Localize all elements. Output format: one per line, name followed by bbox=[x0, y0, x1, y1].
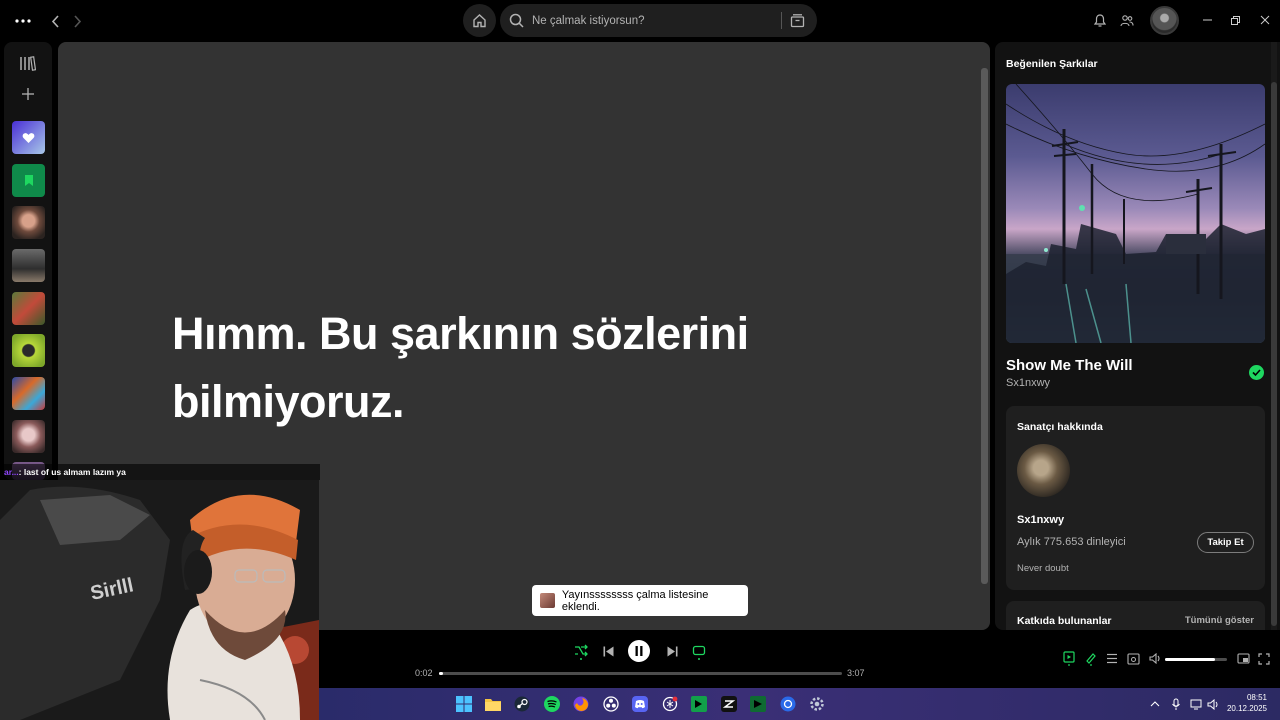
forward-icon[interactable] bbox=[69, 12, 85, 30]
lyrics-unavailable-message: Hımm. Bu şarkının sözlerini bilmiyoruz. bbox=[172, 308, 749, 427]
chatgpt-icon[interactable] bbox=[662, 696, 678, 712]
create-icon[interactable] bbox=[21, 87, 35, 101]
now-playing-panel: Beğenilen Şarkılar Show Me The Will Sx1n… bbox=[995, 42, 1280, 630]
library-sidebar bbox=[4, 42, 52, 480]
home-icon bbox=[473, 14, 486, 28]
time-elapsed: 0:02 bbox=[415, 668, 433, 678]
library-icon[interactable] bbox=[19, 56, 36, 71]
toast-notification: Yayınssssssss çalma listesine eklendi. bbox=[532, 585, 748, 616]
monthly-listeners: Aylık 775.653 dinleyici bbox=[1017, 536, 1126, 548]
album-cover bbox=[1006, 84, 1265, 343]
song-title[interactable]: Show Me The Will bbox=[1006, 357, 1133, 374]
chat-username: ar... bbox=[4, 467, 19, 477]
player-bar: 0:02 3:07 bbox=[319, 630, 1280, 688]
obs-icon[interactable] bbox=[603, 696, 619, 712]
artist-name[interactable]: Sx1nxwy bbox=[1017, 514, 1064, 526]
steam-icon[interactable] bbox=[514, 696, 530, 712]
discord-icon[interactable] bbox=[632, 696, 648, 712]
show-all-credits-link[interactable]: Tümünü göster bbox=[1185, 615, 1254, 626]
next-icon[interactable] bbox=[665, 644, 679, 658]
about-artist-heading: Sanatçı hakkında bbox=[1017, 421, 1103, 433]
avatar[interactable] bbox=[1150, 6, 1179, 35]
toast-text: Yayınssssssss çalma listesine eklendi. bbox=[561, 588, 709, 613]
terminal-app-icon[interactable] bbox=[691, 696, 707, 712]
stream-chat-message: ar...: last of us almam lazım ya bbox=[0, 464, 320, 480]
sidebar-item-saved-episodes[interactable] bbox=[12, 164, 45, 197]
progress-bar[interactable] bbox=[439, 672, 842, 675]
start-icon[interactable] bbox=[456, 696, 472, 712]
now-playing-context-title[interactable]: Beğenilen Şarkılar bbox=[1006, 58, 1098, 70]
lyrics-scrollbar[interactable] bbox=[981, 68, 988, 584]
now-playing-view-icon[interactable] bbox=[1062, 650, 1076, 666]
follow-button[interactable]: Takip Et bbox=[1197, 532, 1254, 553]
home-button[interactable] bbox=[463, 4, 496, 37]
tray-chevron-icon[interactable] bbox=[1147, 696, 1163, 712]
sidebar-item-playlist[interactable] bbox=[12, 377, 45, 410]
artist-bio: Never doubt bbox=[1017, 563, 1069, 574]
back-icon[interactable] bbox=[47, 12, 63, 30]
sidebar-item-liked-songs[interactable] bbox=[12, 121, 45, 154]
heart-icon bbox=[22, 132, 35, 143]
sidebar-item-playlist[interactable] bbox=[12, 249, 45, 282]
top-bar bbox=[0, 0, 1280, 42]
shuffle-icon[interactable] bbox=[574, 644, 588, 660]
file-explorer-icon[interactable] bbox=[485, 696, 501, 712]
pause-icon bbox=[635, 646, 643, 656]
game-launcher-icon[interactable] bbox=[750, 696, 766, 712]
song-artist[interactable]: Sx1nxwy bbox=[1006, 377, 1050, 389]
about-artist-card: Sanatçı hakkında Sx1nxwy Aylık 775.653 d… bbox=[1006, 406, 1265, 590]
scrollbar-thumb[interactable] bbox=[1271, 82, 1277, 626]
maximize-icon[interactable] bbox=[1228, 13, 1242, 27]
sidebar-item-playlist[interactable] bbox=[12, 292, 45, 325]
minimize-icon[interactable] bbox=[1200, 13, 1214, 27]
credits-heading: Katkıda bulunanlar bbox=[1017, 615, 1112, 627]
clock-date[interactable]: 20.12.2025 bbox=[1222, 704, 1267, 713]
right-panel-scrollbar[interactable] bbox=[1271, 42, 1277, 630]
lyrics-icon[interactable] bbox=[1084, 650, 1098, 666]
browser-icon[interactable] bbox=[780, 696, 796, 712]
volume-icon[interactable] bbox=[1148, 652, 1162, 665]
windows-taskbar: 08:51 20.12.2025 bbox=[319, 688, 1280, 720]
search-input[interactable] bbox=[532, 4, 772, 37]
microphone-icon[interactable] bbox=[1168, 696, 1184, 712]
launcher-icon[interactable] bbox=[721, 696, 737, 712]
sidebar-item-playlist[interactable] bbox=[12, 334, 45, 367]
repeat-icon[interactable] bbox=[691, 643, 707, 661]
firefox-icon[interactable] bbox=[573, 696, 589, 712]
connect-device-icon[interactable] bbox=[1126, 652, 1140, 665]
sidebar-item-playlist[interactable] bbox=[12, 420, 45, 453]
settings-icon[interactable] bbox=[809, 696, 825, 712]
volume-slider[interactable] bbox=[1165, 658, 1227, 661]
display-icon[interactable] bbox=[1188, 696, 1204, 712]
bell-icon[interactable] bbox=[1092, 13, 1107, 28]
friends-icon[interactable] bbox=[1119, 13, 1134, 28]
volume-fill bbox=[1165, 658, 1215, 661]
progress-fill bbox=[439, 672, 444, 675]
previous-icon[interactable] bbox=[601, 644, 615, 658]
close-icon[interactable] bbox=[1258, 13, 1272, 27]
sidebar-item-playlist[interactable] bbox=[12, 206, 45, 239]
spotify-icon[interactable] bbox=[544, 696, 560, 712]
pause-button[interactable] bbox=[628, 640, 650, 662]
playlist-thumbnail bbox=[540, 593, 555, 608]
queue-icon[interactable] bbox=[1105, 652, 1118, 665]
speaker-icon[interactable] bbox=[1205, 696, 1221, 712]
credits-card: Katkıda bulunanlar Tümünü göster bbox=[1006, 601, 1265, 630]
time-total: 3:07 bbox=[847, 668, 865, 678]
search-icon bbox=[509, 13, 524, 28]
saved-check-icon[interactable] bbox=[1249, 365, 1264, 380]
miniplayer-icon[interactable] bbox=[1236, 652, 1250, 665]
clock-time[interactable]: 08:51 bbox=[1237, 693, 1267, 702]
more-icon[interactable] bbox=[14, 12, 32, 30]
bookmark-icon bbox=[24, 175, 33, 186]
browse-icon[interactable] bbox=[790, 13, 805, 28]
search-divider bbox=[781, 12, 782, 29]
webcam-overlay: Sirlll bbox=[0, 480, 319, 720]
artist-photo[interactable] bbox=[1017, 444, 1070, 497]
chat-text: : last of us almam lazım ya bbox=[18, 467, 126, 477]
fullscreen-icon[interactable] bbox=[1257, 652, 1271, 665]
search-box[interactable] bbox=[500, 4, 817, 37]
